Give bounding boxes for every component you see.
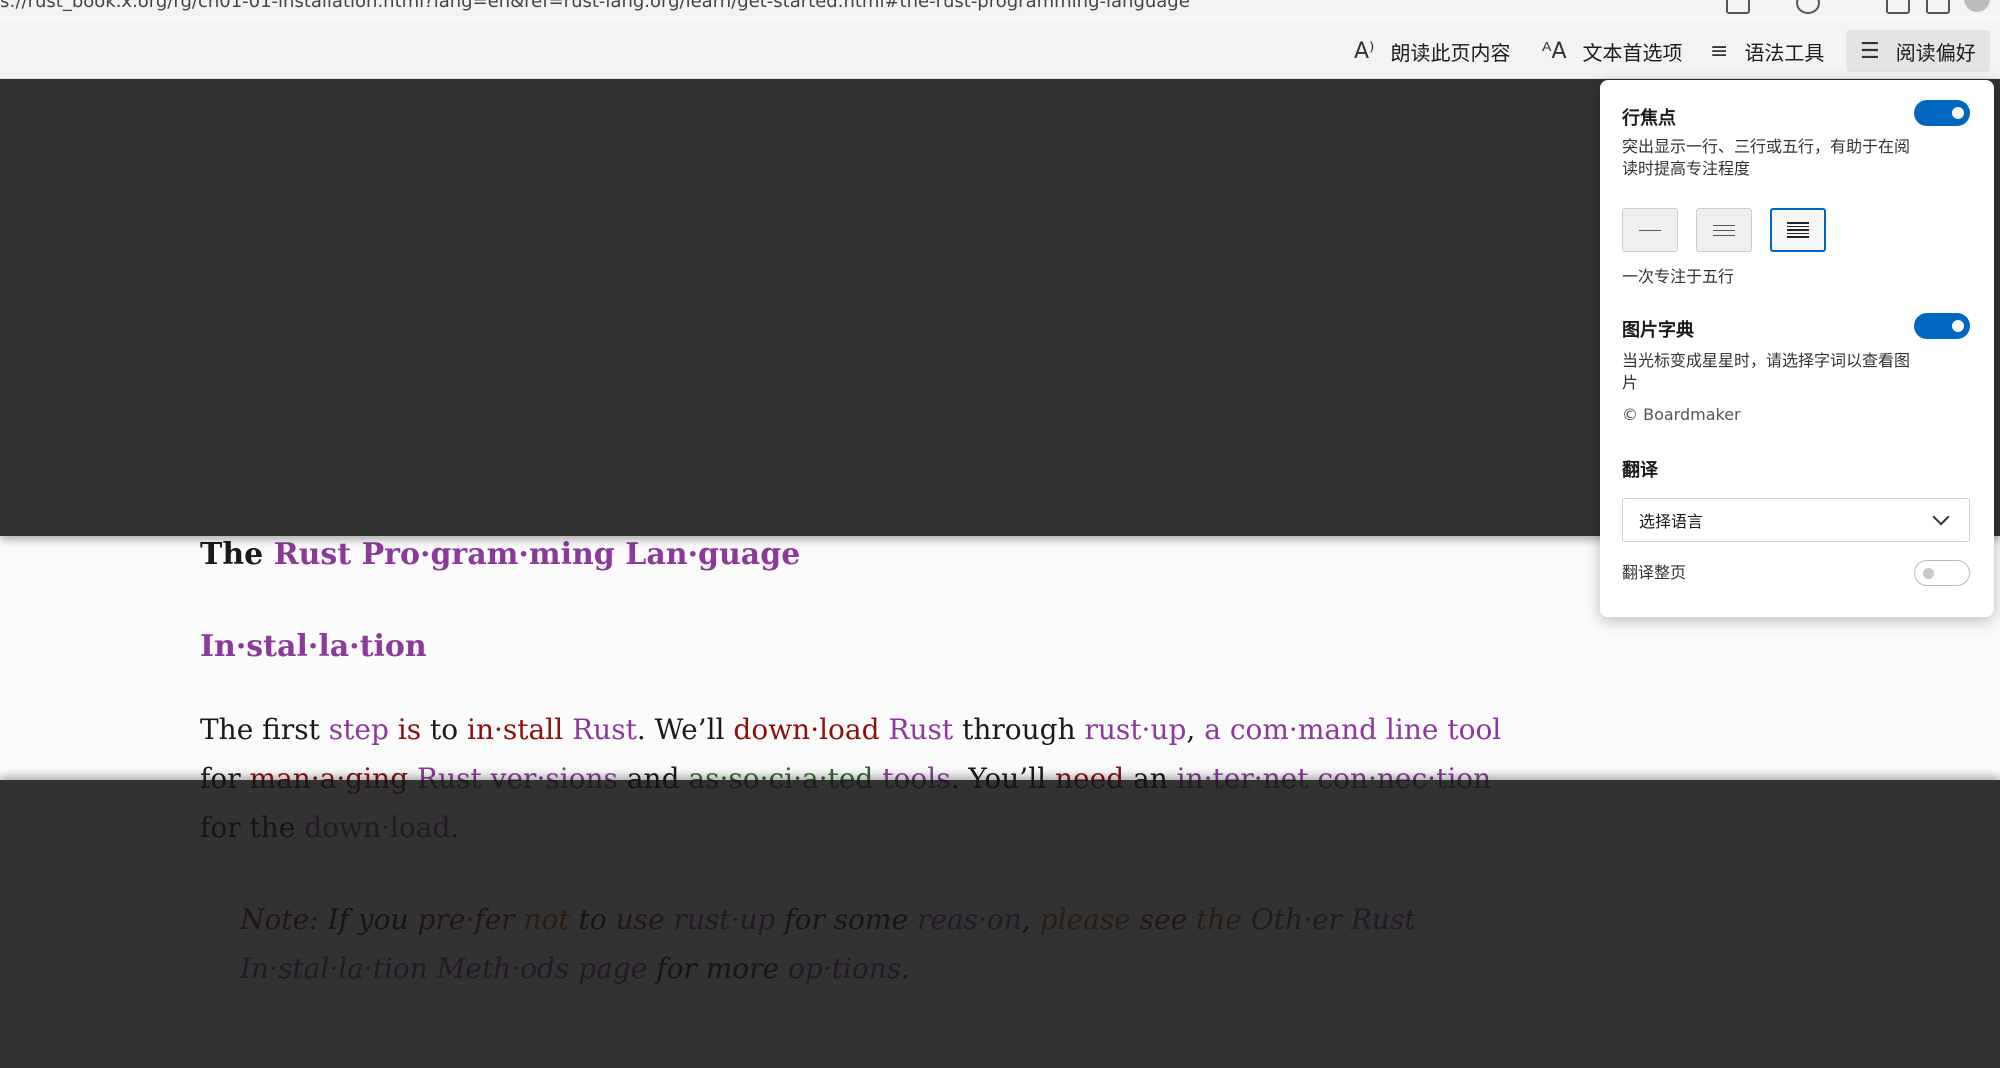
favorites-icon[interactable] [1886,0,1910,14]
collections-icon[interactable] [1926,0,1950,14]
p1-segment: is [397,713,422,746]
article-title-prefix: The [200,537,264,572]
reading-preferences-icon: ☰ [1860,38,1880,64]
grammar-tools-icon: ≡ [1710,38,1729,64]
language-select[interactable]: 选择语言 [1622,498,1970,542]
p1-segment: , [1186,713,1205,746]
p1-segment: in·stall [467,713,564,746]
line-focus-mask-bottom [0,780,2000,1068]
p1-segment: The first [200,713,329,746]
p1-segment [563,713,572,746]
line-focus-caption: 一次专注于五行 [1622,267,1735,286]
reading-preferences-button[interactable]: ☰ 阅读偏好 [1846,30,1990,72]
boardmaker-credit: © Boardmaker [1622,405,1741,424]
line-focus-toggle[interactable] [1914,100,1970,126]
line-focus-description: 突出显示一行、三行或五行，有助于在阅读时提高专注程度 [1622,137,1911,178]
one-line-icon [1639,229,1661,231]
p1-segment: Rust [888,713,954,746]
reading-preferences-label: 阅读偏好 [1895,40,1976,65]
translate-whole-page-label: 翻译整页 [1622,563,1687,582]
chevron-down-icon [1932,508,1950,526]
p1-segment: down·load [733,713,880,746]
read-aloud-button[interactable]: A⁾ 朗读此页内容 [1354,30,1510,72]
p1-segment [389,713,398,746]
p1-segment: step [328,713,389,746]
text-preferences-icon: ᴬA [1542,38,1567,64]
picture-dictionary-title: 图片字典 [1622,320,1694,341]
line-focus-title: 行焦点 [1622,108,1676,129]
address-bar[interactable]: s://rust_book.x.org/rg/ch01-01-installat… [0,0,2000,16]
reader-toolbar: A⁾ 朗读此页内容 ᴬA 文本首选项 ≡ 语法工具 ☰ 阅读偏好 [0,22,2000,79]
avatar[interactable] [1964,0,1990,12]
p1-segment: Rust [572,713,637,746]
line-focus-one-line-button[interactable] [1622,208,1678,252]
refresh-icon[interactable] [1796,0,1820,14]
line-focus-five-lines-button[interactable] [1770,208,1826,252]
picture-dictionary-description: 当光标变成星星时，请选择字词以查看图片 [1622,351,1911,392]
line-focus-three-lines-button[interactable] [1696,208,1752,252]
p1-segment: a com·mand line tool [1204,713,1502,746]
p1-segment: . We’ll [636,713,734,746]
read-aloud-label: 朗读此页内容 [1390,40,1511,65]
article-title-rest: Rust Pro·gram·ming Lan·guage [273,537,801,572]
translate-title: 翻译 [1622,460,1658,481]
language-select-value: 选择语言 [1639,512,1704,531]
address-url[interactable]: s://rust_book.x.org/rg/ch01-01-installat… [0,0,1190,12]
p1-segment: rust·up [1084,713,1187,746]
picture-dictionary-toggle[interactable] [1914,313,1970,339]
read-aloud-icon: A⁾ [1354,38,1375,64]
immersive-reader-icon[interactable] [1726,0,1750,14]
text-preferences-button[interactable]: ᴬA 文本首选项 [1542,30,1683,72]
article-title: The Rust Pro·gram·ming Lan·guage [200,535,1520,575]
text-preferences-label: 文本首选项 [1582,40,1683,65]
article-heading: In·stal·la·tion [200,629,427,664]
reading-preferences-panel: 行焦点 突出显示一行、三行或五行，有助于在阅读时提高专注程度 一次专注于五行 图… [1600,80,1994,617]
translate-whole-page-toggle[interactable] [1914,560,1970,586]
p1-segment: to [421,713,468,746]
p1-segment: through [953,713,1085,746]
grammar-tools-button[interactable]: ≡ 语法工具 [1710,30,1824,72]
grammar-tools-label: 语法工具 [1744,40,1825,65]
